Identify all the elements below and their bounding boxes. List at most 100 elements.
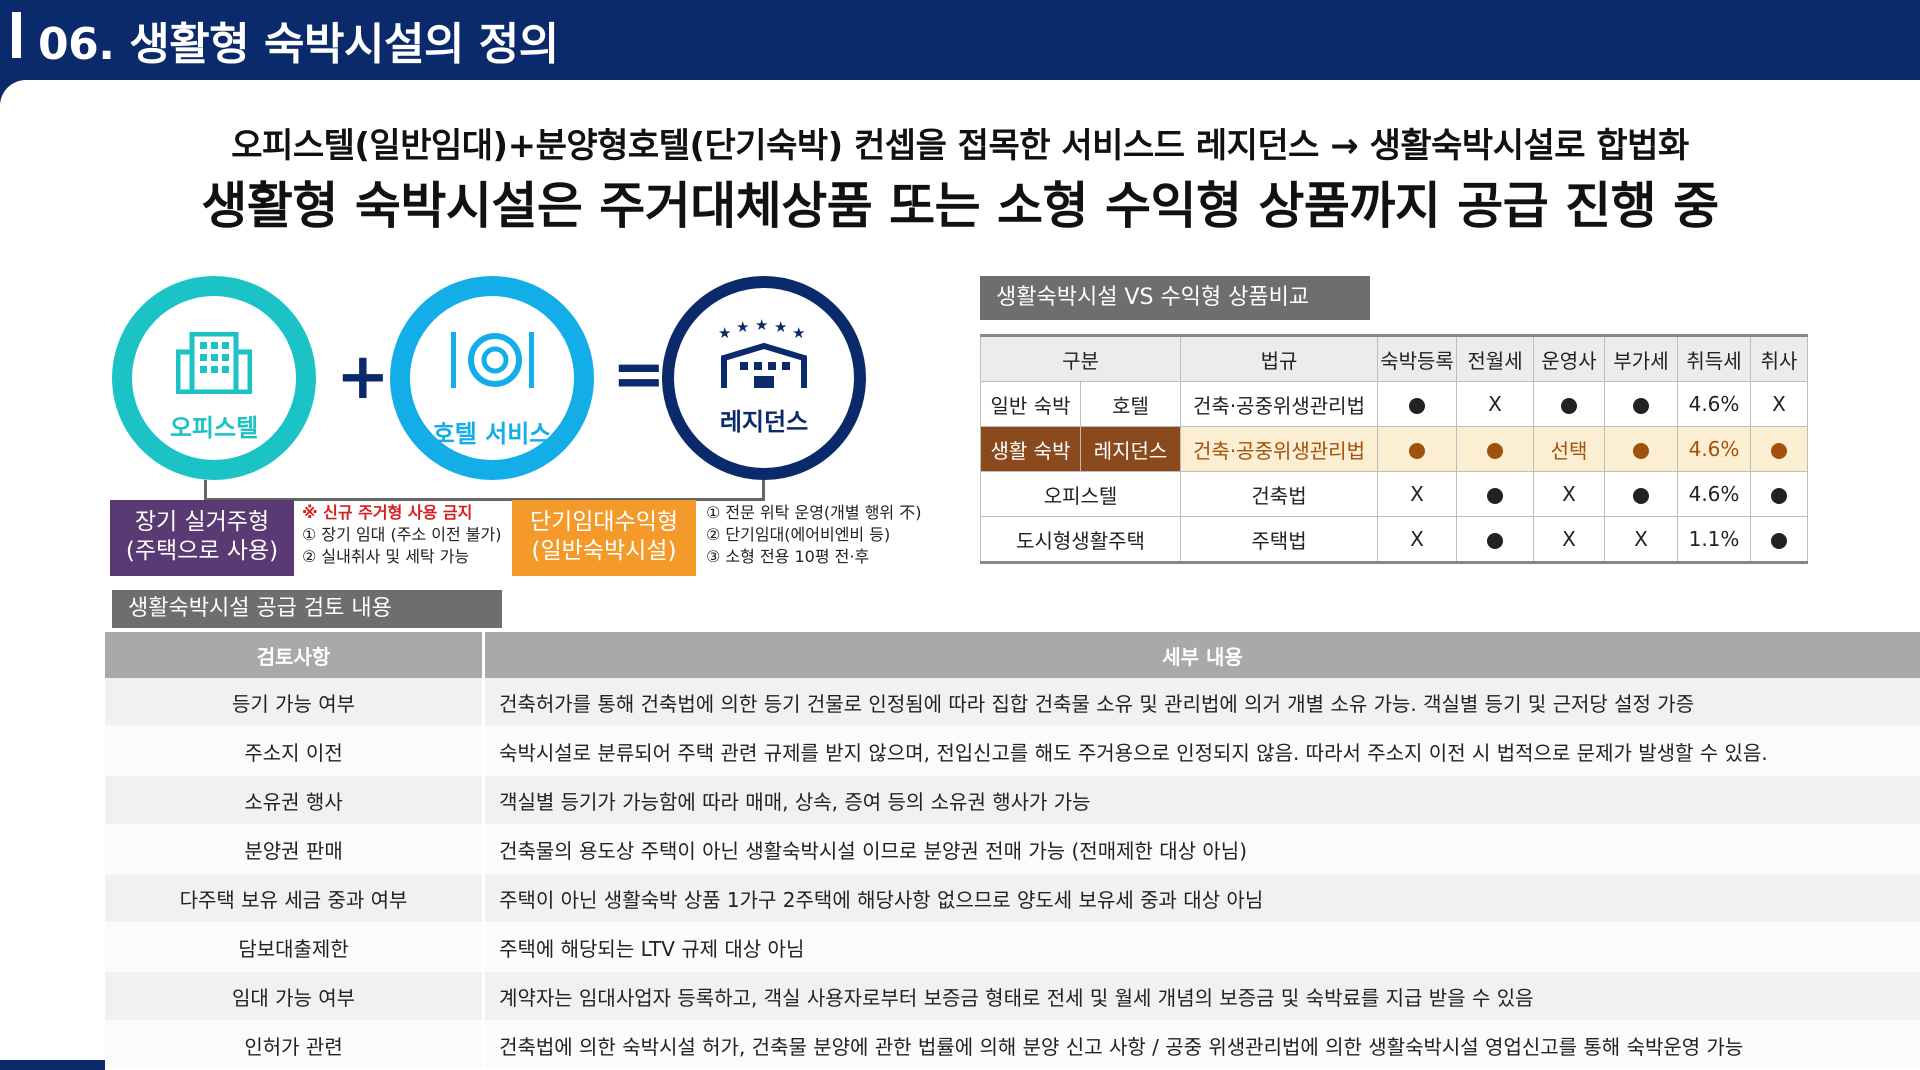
short-term-notes: ① 전문 위탁 운영(개별 행위 不) ② 단기임대(에어비엔비 등) ③ 소형…: [706, 502, 921, 568]
svg-text:★: ★: [774, 318, 787, 336]
short-term-note-3: ③ 소형 전용 10평 전·후: [706, 547, 870, 566]
review-row: 다주택 보유 세금 중과 여부 주택이 아닌 생활숙박 상품 1가구 2주택에 해…: [105, 873, 1920, 923]
comparison-cell: [1750, 516, 1808, 564]
review-detail: 주택에 해당되는 LTV 규제 대상 아님: [483, 922, 1920, 972]
svg-text:★: ★: [755, 318, 768, 334]
comparison-cell: [1456, 516, 1534, 564]
long-term-residence-box: 장기 실거주형 (주택으로 사용): [110, 500, 294, 576]
short-term-rental-box: 단기임대수익형 (일반숙박시설): [512, 500, 696, 576]
comparison-cell: 오피스텔: [980, 471, 1181, 517]
yes-dot-icon: [1771, 442, 1787, 459]
connector-left-vertical: [204, 480, 207, 500]
yes-dot-icon: [1633, 397, 1649, 414]
review-row: 인허가 관련 건축법에 의한 숙박시설 허가, 건축물 분양에 관한 법률에 의해…: [105, 1020, 1920, 1070]
review-row: 소유권 행사 객실별 등기가 가능함에 따라 매매, 상속, 증여 등의 소유권 …: [105, 775, 1920, 825]
long-term-note-warning: ※ 신규 주거형 사용 금지: [302, 503, 473, 522]
comparison-header-lodging: 숙박등록: [1377, 334, 1457, 382]
comparison-header-rent: 전월세: [1456, 334, 1534, 382]
comparison-header-operator: 운영사: [1533, 334, 1605, 382]
building-icon: [176, 332, 252, 394]
hotel-service-label: 호텔 서비스: [432, 420, 552, 448]
comparison-cell: 생활 숙박: [980, 426, 1081, 472]
review-header-row: 검토사항 세부 내용: [105, 632, 1920, 678]
svg-text:★: ★: [718, 324, 731, 342]
comparison-row-urban-housing: 도시형생활주택 주택법 X X X 1.1%: [980, 516, 1808, 564]
review-detail: 숙박시설로 분류되어 주택 관련 규제를 받지 않으며, 전입신고를 해도 주거…: [483, 726, 1920, 776]
review-row: 분양권 판매 건축물의 용도상 주택이 아닌 생활숙박시설 이므로 분양권 전매 …: [105, 824, 1920, 874]
dining-icon: [451, 332, 534, 388]
comparison-cell: [1377, 426, 1457, 472]
comparison-cell: 건축법: [1180, 471, 1378, 517]
long-term-residence-title: 장기 실거주형: [134, 509, 270, 535]
yes-dot-icon: [1561, 397, 1577, 414]
title-bar: 06. 생활형 숙박시설의 정의: [0, 0, 1920, 80]
review-row: 담보대출제한 주택에 해당되는 LTV 규제 대상 아님: [105, 922, 1920, 972]
long-term-notes: ※ 신규 주거형 사용 금지 ① 장기 임대 (주소 이전 불가) ② 실내취사…: [302, 502, 501, 568]
comparison-cell: 도시형생활주택: [980, 516, 1181, 564]
yes-dot-icon: [1771, 487, 1787, 504]
comparison-header-acq-tax: 취득세: [1677, 334, 1751, 382]
comparison-cell: [1750, 426, 1808, 472]
review-item: 소유권 행사: [105, 775, 486, 825]
connector-right-vertical: [762, 480, 765, 500]
yes-dot-icon: [1771, 532, 1787, 549]
review-item: 다주택 보유 세금 중과 여부: [105, 873, 486, 923]
comparison-cell: 선택: [1533, 426, 1605, 472]
comparison-header-cooking: 취사: [1750, 334, 1808, 382]
comparison-header-category: 구분: [980, 334, 1181, 382]
review-row: 임대 가능 여부 계약자는 임대사업자 등록하고, 객실 사용자로부터 보증금 형…: [105, 971, 1920, 1021]
yes-dot-icon: [1487, 487, 1503, 504]
comparison-cell: X: [1533, 471, 1605, 517]
review-detail: 건축법에 의한 숙박시설 허가, 건축물 분양에 관한 법률에 의해 분양 신고…: [483, 1020, 1920, 1070]
comparison-cell: [1604, 471, 1678, 517]
residence-label: 레지던스: [719, 408, 809, 436]
comparison-cell: [1604, 426, 1678, 472]
review-detail: 객실별 등기가 가능함에 따라 매매, 상속, 증여 등의 소유권 행사가 가능: [483, 775, 1920, 825]
comparison-cell: [1456, 471, 1534, 517]
short-term-rental-sub: (일반숙박시설): [531, 538, 677, 564]
officetel-circle: 오피스텔: [112, 276, 316, 480]
comparison-cell: 4.6%: [1677, 426, 1751, 472]
officetel-label: 오피스텔: [169, 414, 259, 442]
comparison-cell: X: [1750, 381, 1808, 427]
short-term-note-1: ① 전문 위탁 운영(개별 행위 不): [706, 503, 922, 522]
long-term-note-2: ② 실내취사 및 세탁 가능: [302, 547, 470, 566]
review-header-detail: 세부 내용: [483, 632, 1920, 678]
comparison-cell: [1750, 471, 1808, 517]
comparison-cell: X: [1604, 516, 1678, 564]
short-term-note-2: ② 단기임대(에어비엔비 등): [706, 525, 891, 544]
comparison-cell: X: [1377, 471, 1457, 517]
review-header-item: 검토사항: [105, 632, 486, 678]
plus-sign: +: [336, 340, 390, 414]
hotel-stars-icon: ★ ★ ★ ★ ★: [718, 318, 807, 388]
long-term-residence-sub: (주택으로 사용): [125, 538, 279, 564]
review-item: 분양권 판매: [105, 824, 486, 874]
comparison-table: 구분 법규 숙박등록 전월세 운영사 부가세 취득세 취사 일반 숙박 호텔 건…: [980, 334, 1808, 564]
yes-dot-icon: [1487, 442, 1503, 459]
review-table: 검토사항 세부 내용 등기 가능 여부 건축허가를 통해 건축법에 의한 등기 건…: [105, 632, 1920, 1070]
yes-dot-icon: [1409, 442, 1425, 459]
svg-text:★: ★: [736, 318, 749, 336]
yes-dot-icon: [1633, 442, 1649, 459]
comparison-cell: [1377, 381, 1457, 427]
comparison-header-vat: 부가세: [1604, 334, 1678, 382]
comparison-cell: X: [1377, 516, 1457, 564]
comparison-cell: 호텔: [1080, 381, 1181, 427]
slide-content: 오피스텔(일반임대)+분양형호텔(단기숙박) 컨셉을 접목한 서비스드 레지던스…: [0, 80, 1920, 1070]
comparison-cell: 주택법: [1180, 516, 1378, 564]
comparison-header-row: 구분 법규 숙박등록 전월세 운영사 부가세 취득세 취사: [980, 334, 1808, 382]
comparison-cell: 건축·공중위생관리법: [1180, 426, 1378, 472]
long-term-note-1: ① 장기 임대 (주소 이전 불가): [302, 525, 502, 544]
comparison-cell: X: [1533, 516, 1605, 564]
comparison-row-officetel: 오피스텔 건축법 X X 4.6%: [980, 471, 1808, 517]
comparison-cell: 레지던스: [1080, 426, 1181, 472]
title-accent-bar: [12, 12, 21, 58]
review-row: 등기 가능 여부 건축허가를 통해 건축법에 의한 등기 건물로 인정됨에 따라 …: [105, 678, 1920, 727]
short-term-rental-title: 단기임대수익형: [529, 509, 679, 535]
comparison-cell: 4.6%: [1677, 471, 1751, 517]
comparison-cell: 일반 숙박: [980, 381, 1081, 427]
comparison-cell: 건축·공중위생관리법: [1180, 381, 1378, 427]
review-item: 등기 가능 여부: [105, 678, 486, 727]
yes-dot-icon: [1633, 487, 1649, 504]
comparison-cell: [1604, 381, 1678, 427]
